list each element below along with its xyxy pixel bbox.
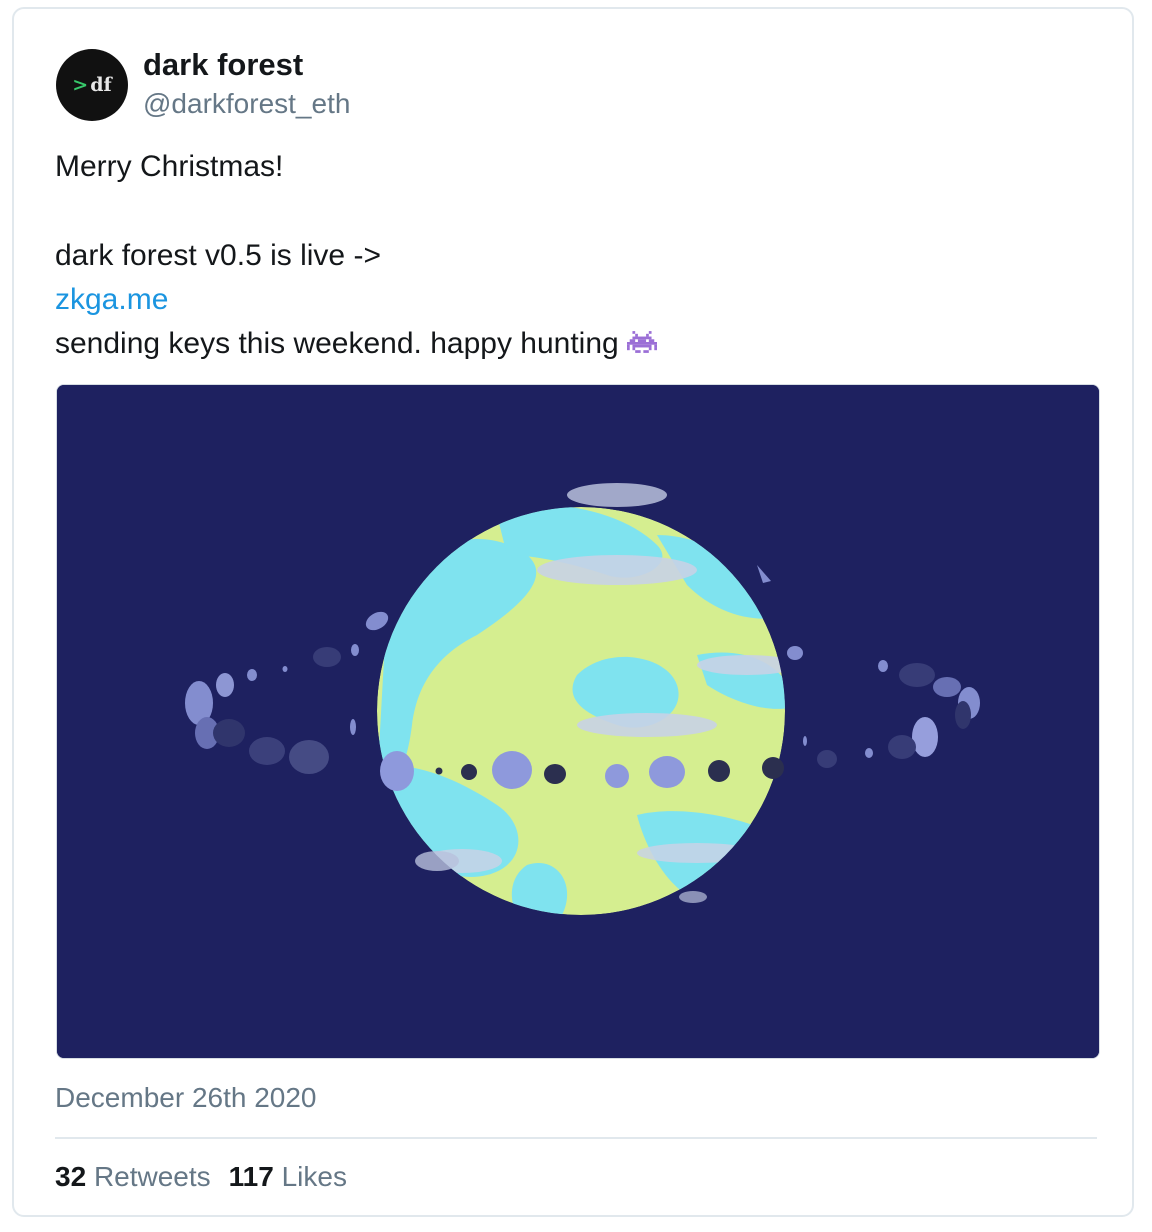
author-name[interactable]: dark forest <box>143 47 303 83</box>
tweet-card[interactable]: > df dark forest @darkforest_eth Merry Ch… <box>12 7 1134 1217</box>
retweets-count: 32 <box>55 1161 87 1192</box>
planet-illustration <box>57 385 1099 1058</box>
tweet-stats: 32 Retweets 117 Likes <box>55 1161 347 1193</box>
likes-count: 117 <box>228 1161 274 1192</box>
alien-monster-icon <box>626 328 657 362</box>
tweet-line-greeting: Merry Christmas! <box>55 150 284 183</box>
avatar-text: df <box>90 74 112 96</box>
tweet-link[interactable]: zkga.me <box>55 283 168 316</box>
tweet-media-planet-animation[interactable] <box>56 384 1100 1059</box>
tweet-line-keys: sending keys this weekend. happy hunting <box>55 327 619 360</box>
author-handle[interactable]: @darkforest_eth <box>143 88 350 120</box>
tweet-date[interactable]: December 26th 2020 <box>55 1082 317 1114</box>
retweets-label[interactable]: Retweets <box>94 1161 211 1192</box>
likes-label[interactable]: Likes <box>282 1161 347 1192</box>
tweet-line-release: dark forest v0.5 is live -> <box>55 239 381 272</box>
divider <box>55 1137 1097 1139</box>
avatar[interactable]: > df <box>56 49 128 121</box>
avatar-prefix: > <box>72 74 89 96</box>
